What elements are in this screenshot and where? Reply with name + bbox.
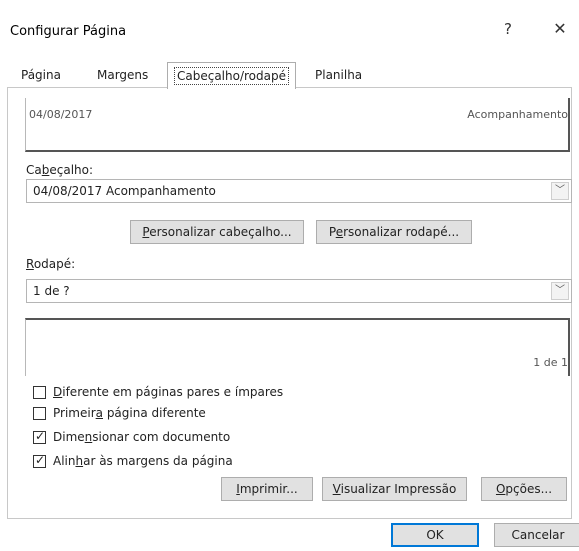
header-preview-right: Acompanhamento [467,108,568,121]
chevron-down-icon[interactable]: ﹀ [551,282,569,300]
title-bar: Configurar Página ? ✕ [0,0,579,40]
checkmark-icon: ✓ [35,453,46,467]
checkmark-icon: ✓ [35,429,46,443]
header-select[interactable]: 04/08/2017 Acompanhamento ﹀ [26,179,572,203]
footer-select-value: 1 de ? [33,284,70,298]
help-button[interactable]: ? [496,18,520,40]
chevron-down-icon[interactable]: ﹀ [551,182,569,200]
checkbox-label: Dimensionar com documento [53,430,231,444]
footer-label: Rodapé: [26,257,76,271]
page-setup-dialog: Configurar Página ? ✕ Página Margens Cab… [0,0,579,551]
tab-pagina[interactable]: Página [15,64,67,88]
header-preview: 04/08/2017 Acompanhamento [25,98,570,152]
checkbox[interactable] [33,386,46,399]
checkbox[interactable]: ✓ [33,429,46,444]
tab-planilha[interactable]: Planilha [309,64,368,88]
footer-select[interactable]: 1 de ? ﹀ [26,279,572,303]
checkbox-label: Diferente em páginas pares e ímpares [53,385,284,399]
ok-button[interactable]: OK [391,523,479,547]
options-button[interactable]: Opções... [481,477,567,501]
dialog-title: Configurar Página [10,24,127,39]
tab-strip: Página Margens Cabeçalho/rodapé Planilha [7,62,572,89]
tab-margens[interactable]: Margens [91,64,154,88]
footer-preview: 1 de 1 [25,318,570,376]
footer-preview-right: 1 de 1 [533,356,568,369]
tab-cabecalho-rodape[interactable]: Cabeçalho/rodapé [167,62,296,89]
checkbox-label: Primeira página diferente [53,406,206,420]
tab-cabecalho-rodape-label: Cabeçalho/rodapé [174,67,289,85]
checkbox-label: Alinhar às margens da página [53,454,233,468]
print-preview-button[interactable]: Visualizar Impressão [322,477,467,501]
checkbox[interactable]: ✓ [33,453,46,468]
customize-footer-button[interactable]: Personalizar rodapé... [316,220,472,244]
header-preview-left: 04/08/2017 [29,108,93,121]
customize-header-button[interactable]: Personalizar cabeçalho... [130,220,304,244]
header-label: Cabeçalho: [26,163,94,177]
close-button[interactable]: ✕ [548,18,572,40]
checkbox[interactable] [33,407,46,420]
cancel-button[interactable]: Cancelar [494,523,579,547]
header-select-value: 04/08/2017 Acompanhamento [33,184,216,198]
print-button[interactable]: Imprimir... [221,477,313,501]
